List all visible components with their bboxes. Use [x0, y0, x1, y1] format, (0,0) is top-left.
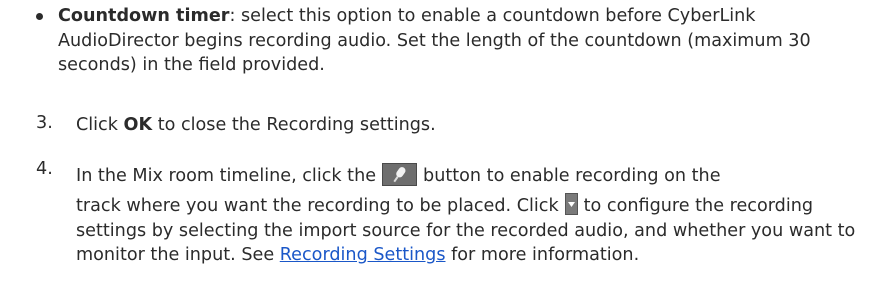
step-4-part3: track where you want the recording to be…: [76, 196, 559, 216]
recording-settings-link[interactable]: Recording Settings: [280, 245, 446, 265]
step-4-part5: for more information.: [445, 245, 640, 265]
step-4-part1: In the Mix room timeline, click the: [76, 166, 377, 186]
step-4-part2: button to enable recording on the: [423, 166, 721, 186]
step-3-pre: Click: [76, 115, 124, 135]
dropdown-arrow-icon[interactable]: [564, 193, 578, 215]
step-number: 3.: [36, 113, 53, 133]
document-page: Countdown timer: select this option to e…: [0, 0, 878, 307]
microphone-record-icon[interactable]: [382, 163, 418, 186]
step-3-text: Click OK to close the Recording settings…: [76, 113, 876, 138]
step-number: 4.: [36, 159, 53, 179]
step-4: 4. In the Mix room timeline, click the bu…: [36, 159, 876, 268]
countdown-term: Countdown timer: [58, 6, 230, 26]
step-4-text: In the Mix room timeline, click the butto…: [76, 159, 876, 268]
ok-term: OK: [123, 115, 153, 135]
bullet-dot: [36, 13, 43, 20]
countdown-bullet: Countdown timer: select this option to e…: [36, 4, 866, 78]
step-4-line-1: In the Mix room timeline, click the butto…: [76, 159, 876, 193]
countdown-description: Countdown timer: select this option to e…: [58, 4, 866, 78]
step-3: 3. Click OK to close the Recording setti…: [36, 113, 876, 138]
step-3-post: to close the Recording settings.: [152, 115, 436, 135]
